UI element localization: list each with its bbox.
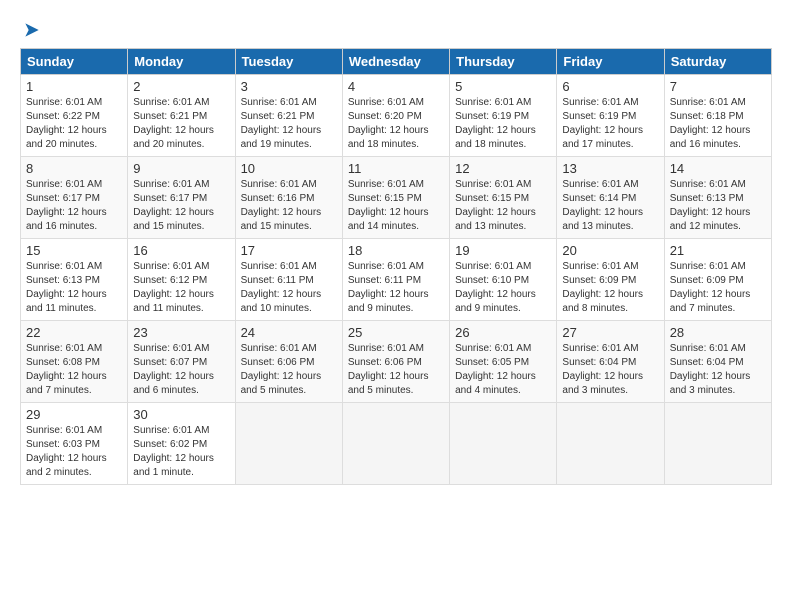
calendar-day-header: Monday — [128, 49, 235, 75]
calendar-day-header: Friday — [557, 49, 664, 75]
calendar-day-cell — [557, 403, 664, 485]
calendar-day-cell: 3Sunrise: 6:01 AMSunset: 6:21 PMDaylight… — [235, 75, 342, 157]
calendar-day-cell: 20Sunrise: 6:01 AMSunset: 6:09 PMDayligh… — [557, 239, 664, 321]
calendar-day-cell: 2Sunrise: 6:01 AMSunset: 6:21 PMDaylight… — [128, 75, 235, 157]
calendar-day-cell: 1Sunrise: 6:01 AMSunset: 6:22 PMDaylight… — [21, 75, 128, 157]
logo — [20, 20, 42, 40]
calendar-day-cell: 15Sunrise: 6:01 AMSunset: 6:13 PMDayligh… — [21, 239, 128, 321]
calendar-day-cell: 24Sunrise: 6:01 AMSunset: 6:06 PMDayligh… — [235, 321, 342, 403]
calendar-week-row: 1Sunrise: 6:01 AMSunset: 6:22 PMDaylight… — [21, 75, 772, 157]
calendar-week-row: 29Sunrise: 6:01 AMSunset: 6:03 PMDayligh… — [21, 403, 772, 485]
calendar-day-cell: 4Sunrise: 6:01 AMSunset: 6:20 PMDaylight… — [342, 75, 449, 157]
calendar-day-header: Tuesday — [235, 49, 342, 75]
calendar-day-cell: 16Sunrise: 6:01 AMSunset: 6:12 PMDayligh… — [128, 239, 235, 321]
logo-icon — [22, 20, 42, 40]
calendar-day-cell — [450, 403, 557, 485]
calendar-day-header: Saturday — [664, 49, 771, 75]
calendar-day-cell: 6Sunrise: 6:01 AMSunset: 6:19 PMDaylight… — [557, 75, 664, 157]
calendar-day-cell — [235, 403, 342, 485]
calendar-day-header: Sunday — [21, 49, 128, 75]
page: SundayMondayTuesdayWednesdayThursdayFrid… — [0, 0, 792, 495]
header — [20, 16, 772, 40]
calendar-body: 1Sunrise: 6:01 AMSunset: 6:22 PMDaylight… — [21, 75, 772, 485]
calendar-day-cell: 12Sunrise: 6:01 AMSunset: 6:15 PMDayligh… — [450, 157, 557, 239]
calendar-day-cell: 29Sunrise: 6:01 AMSunset: 6:03 PMDayligh… — [21, 403, 128, 485]
calendar-day-cell: 18Sunrise: 6:01 AMSunset: 6:11 PMDayligh… — [342, 239, 449, 321]
calendar-day-cell: 8Sunrise: 6:01 AMSunset: 6:17 PMDaylight… — [21, 157, 128, 239]
calendar-day-cell: 30Sunrise: 6:01 AMSunset: 6:02 PMDayligh… — [128, 403, 235, 485]
calendar-day-cell: 17Sunrise: 6:01 AMSunset: 6:11 PMDayligh… — [235, 239, 342, 321]
calendar-week-row: 8Sunrise: 6:01 AMSunset: 6:17 PMDaylight… — [21, 157, 772, 239]
calendar-day-cell: 13Sunrise: 6:01 AMSunset: 6:14 PMDayligh… — [557, 157, 664, 239]
calendar-day-header: Wednesday — [342, 49, 449, 75]
calendar-day-cell: 28Sunrise: 6:01 AMSunset: 6:04 PMDayligh… — [664, 321, 771, 403]
calendar-day-cell: 9Sunrise: 6:01 AMSunset: 6:17 PMDaylight… — [128, 157, 235, 239]
calendar-day-cell — [342, 403, 449, 485]
calendar-day-cell — [664, 403, 771, 485]
calendar-day-cell: 21Sunrise: 6:01 AMSunset: 6:09 PMDayligh… — [664, 239, 771, 321]
calendar-day-cell: 23Sunrise: 6:01 AMSunset: 6:07 PMDayligh… — [128, 321, 235, 403]
calendar-day-cell: 7Sunrise: 6:01 AMSunset: 6:18 PMDaylight… — [664, 75, 771, 157]
calendar-day-cell: 26Sunrise: 6:01 AMSunset: 6:05 PMDayligh… — [450, 321, 557, 403]
calendar-week-row: 22Sunrise: 6:01 AMSunset: 6:08 PMDayligh… — [21, 321, 772, 403]
calendar-day-cell: 11Sunrise: 6:01 AMSunset: 6:15 PMDayligh… — [342, 157, 449, 239]
calendar-day-cell: 22Sunrise: 6:01 AMSunset: 6:08 PMDayligh… — [21, 321, 128, 403]
calendar: SundayMondayTuesdayWednesdayThursdayFrid… — [20, 48, 772, 485]
calendar-week-row: 15Sunrise: 6:01 AMSunset: 6:13 PMDayligh… — [21, 239, 772, 321]
calendar-day-cell: 19Sunrise: 6:01 AMSunset: 6:10 PMDayligh… — [450, 239, 557, 321]
calendar-day-cell: 27Sunrise: 6:01 AMSunset: 6:04 PMDayligh… — [557, 321, 664, 403]
calendar-day-cell: 5Sunrise: 6:01 AMSunset: 6:19 PMDaylight… — [450, 75, 557, 157]
calendar-day-cell: 25Sunrise: 6:01 AMSunset: 6:06 PMDayligh… — [342, 321, 449, 403]
calendar-header-row: SundayMondayTuesdayWednesdayThursdayFrid… — [21, 49, 772, 75]
calendar-day-header: Thursday — [450, 49, 557, 75]
calendar-day-cell: 10Sunrise: 6:01 AMSunset: 6:16 PMDayligh… — [235, 157, 342, 239]
calendar-day-cell: 14Sunrise: 6:01 AMSunset: 6:13 PMDayligh… — [664, 157, 771, 239]
